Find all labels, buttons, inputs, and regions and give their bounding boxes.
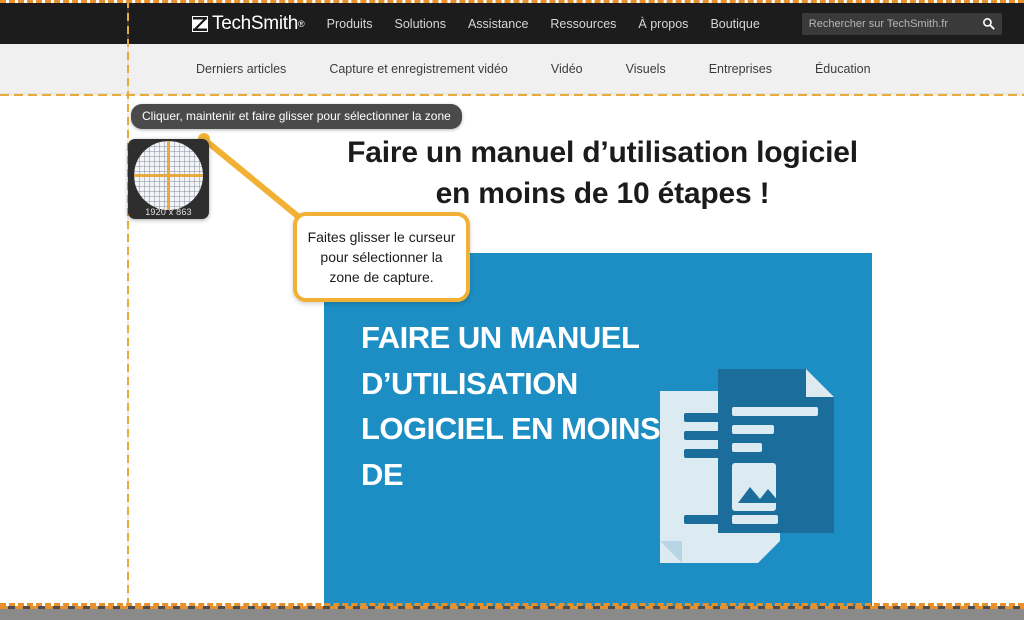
sub-nav-item-capture-video[interactable]: Capture et enregistrement vidéo — [329, 62, 508, 76]
site-top-navigation: TechSmith ® Produits Solutions Assistanc… — [0, 3, 1024, 44]
magnifier-dimensions-label: 1920 x 863 — [145, 207, 192, 217]
sub-nav-item-visuels[interactable]: Visuels — [626, 62, 666, 76]
hero-headline: FAIRE UN MANUEL D’UTILISATION LOGICIEL E… — [361, 320, 661, 492]
sub-nav-item-video[interactable]: Vidéo — [551, 62, 583, 76]
capture-magnifier: 1920 x 863 — [128, 139, 209, 219]
document-pages-icon — [660, 369, 834, 563]
top-nav-item-boutique[interactable]: Boutique — [710, 17, 759, 31]
top-nav-item-produits[interactable]: Produits — [327, 17, 373, 31]
techsmith-logo[interactable]: TechSmith ® — [192, 13, 305, 35]
sub-nav-item-education[interactable]: Éducation — [815, 62, 871, 76]
top-nav-item-assistance[interactable]: Assistance — [468, 17, 528, 31]
instruction-callout: Faites glisser le curseur pour sélection… — [293, 212, 470, 302]
top-nav-item-a-propos[interactable]: À propos — [638, 17, 688, 31]
search-icon[interactable] — [982, 17, 995, 30]
sub-nav-links: Derniers articles Capture et enregistrem… — [196, 62, 871, 76]
top-nav-item-solutions[interactable]: Solutions — [395, 17, 446, 31]
brand-name: TechSmith — [212, 12, 299, 34]
capture-hint-tooltip: Cliquer, maintenir et faire glisser pour… — [131, 104, 462, 129]
magnifier-lens-crosshair-icon — [134, 141, 203, 210]
capture-guide-vertical — [127, 0, 129, 606]
site-sub-navigation: Derniers articles Capture et enregistrem… — [0, 44, 1024, 94]
site-search[interactable] — [801, 12, 1002, 35]
screenshot-root: TechSmith ® Produits Solutions Assistanc… — [0, 0, 1024, 620]
top-nav-item-ressources[interactable]: Ressources — [550, 17, 616, 31]
sub-nav-item-entreprises[interactable]: Entreprises — [709, 62, 772, 76]
instruction-callout-text: Faites glisser le curseur pour sélection… — [307, 228, 456, 286]
sub-nav-item-derniers-articles[interactable]: Derniers articles — [196, 62, 286, 76]
article-hero-banner: FAIRE UN MANUEL D’UTILISATION LOGICIEL E… — [324, 253, 872, 606]
techsmith-mark-icon — [192, 15, 208, 32]
search-input[interactable] — [808, 17, 969, 30]
page-title: Faire un manuel d’utilisation logiciel e… — [347, 136, 858, 211]
top-nav-links: Produits Solutions Assistance Ressources… — [327, 17, 760, 31]
desktop-background-strip — [0, 606, 1024, 620]
registered-trademark: ® — [298, 18, 305, 29]
capture-guide-horizontal — [0, 94, 1024, 96]
